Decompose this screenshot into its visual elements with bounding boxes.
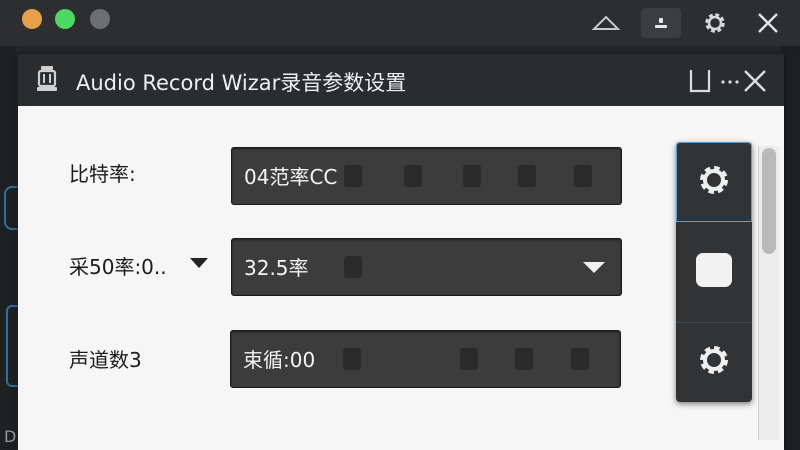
sample-rate-value: 32.5率 xyxy=(244,256,309,280)
sample-rate-select[interactable]: 32.5率 xyxy=(231,238,622,296)
digit-segment xyxy=(515,348,533,370)
digit-segment xyxy=(404,165,422,187)
digit-segment xyxy=(574,165,592,187)
digit-segment xyxy=(343,348,361,370)
gear-icon xyxy=(694,340,734,384)
digit-segment xyxy=(518,165,536,187)
user-icon[interactable] xyxy=(641,8,681,38)
scrollbar-thumb[interactable] xyxy=(762,148,776,254)
window-zoom-light[interactable] xyxy=(55,9,75,29)
gear-icon[interactable] xyxy=(697,8,733,38)
background-window-edge xyxy=(782,46,800,450)
dialog-title-bar: Audio Record Wizar录音参数设置 xyxy=(18,54,784,106)
digit-segment xyxy=(344,256,362,278)
digit-segment xyxy=(460,348,478,370)
background-text: D xyxy=(4,427,17,446)
stop-button[interactable] xyxy=(676,222,752,323)
bitrate-field[interactable]: 04范率CC xyxy=(231,147,622,205)
window-close-light[interactable] xyxy=(22,9,42,29)
digit-segment xyxy=(463,165,481,187)
gear-icon xyxy=(694,160,734,204)
chevron-down-icon[interactable] xyxy=(190,258,208,268)
settings-button[interactable] xyxy=(676,142,752,222)
background-window-edge xyxy=(0,46,16,450)
bitrate-value: 04范率CC xyxy=(244,165,338,189)
microphone-icon xyxy=(34,64,60,98)
chevron-down-icon[interactable] xyxy=(583,262,605,273)
close-icon[interactable] xyxy=(751,8,785,38)
digit-segment xyxy=(344,165,362,187)
tool-panel xyxy=(676,142,752,402)
scrollbar[interactable] xyxy=(758,146,779,440)
channels-label: 声道数3 xyxy=(69,348,142,372)
os-title-bar xyxy=(0,0,800,46)
digit-segment xyxy=(571,348,589,370)
stop-icon xyxy=(694,250,734,294)
window-minimize-light[interactable] xyxy=(90,9,110,29)
channels-value: 束循:00 xyxy=(243,348,316,372)
close-icon[interactable] xyxy=(742,68,768,94)
maximize-icon[interactable] xyxy=(688,68,712,94)
preferences-button[interactable] xyxy=(676,322,752,402)
dialog-title: Audio Record Wizar录音参数设置 xyxy=(76,71,407,95)
channels-field[interactable]: 束循:00 xyxy=(230,330,621,388)
sample-rate-label: 采50率:0.. xyxy=(69,255,167,279)
more-icon[interactable] xyxy=(720,68,740,94)
eject-icon[interactable] xyxy=(588,8,624,38)
bitrate-label: 比特率: xyxy=(69,162,136,186)
